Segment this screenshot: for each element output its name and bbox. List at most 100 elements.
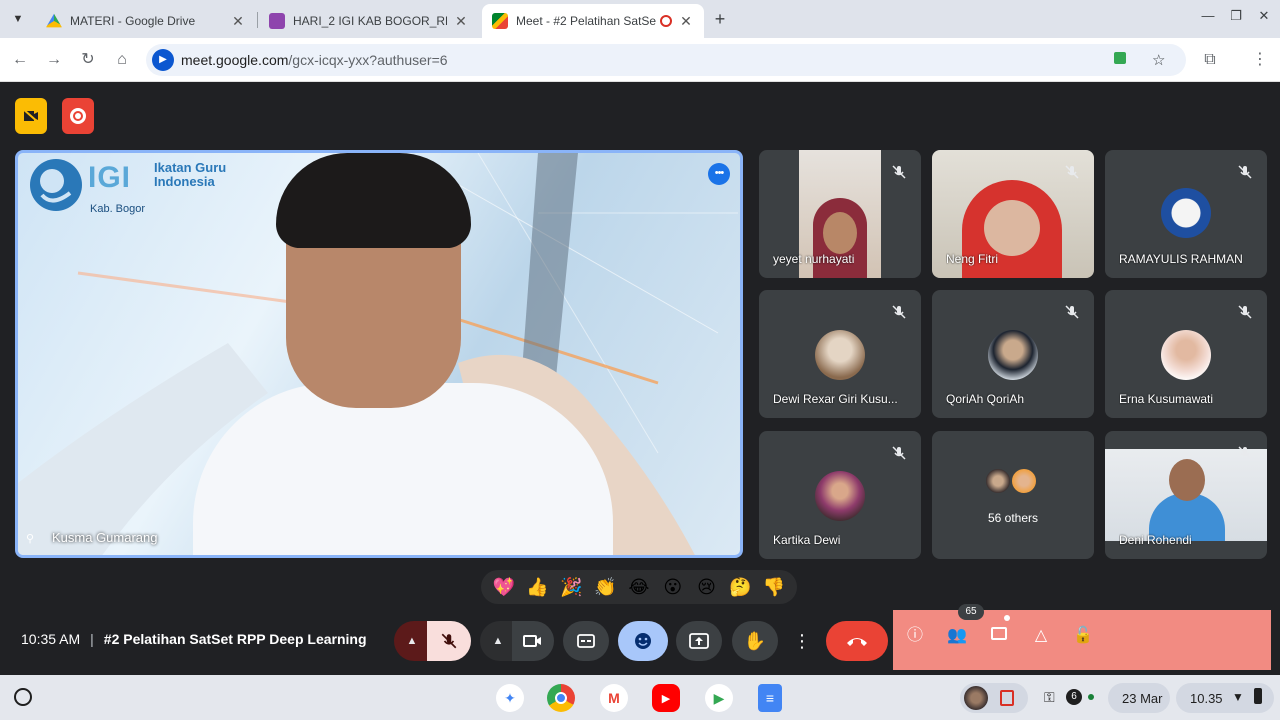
close-tab-icon[interactable]: ✕ xyxy=(678,13,694,30)
shelf-status-pill[interactable] xyxy=(960,683,1028,713)
close-tab-icon[interactable]: ✕ xyxy=(230,13,246,30)
closed-captions-icon xyxy=(577,634,595,648)
minimize-icon[interactable]: — xyxy=(1196,8,1220,23)
participant-tile-qoriah[interactable]: QoriAh QoriAh xyxy=(932,290,1094,418)
close-window-icon[interactable]: ✕ xyxy=(1252,8,1276,24)
host-controls-lock-icon[interactable]: 🔓 xyxy=(1071,624,1095,648)
participant-name: QoriAh QoriAh xyxy=(946,392,1025,406)
reaction-party[interactable]: 🎉 xyxy=(557,577,585,598)
participant-name: Dewi Rexar Giri Kusu... xyxy=(773,392,898,406)
mic-toggle-button[interactable] xyxy=(427,621,471,661)
video-options-chevron-icon[interactable]: ▲ xyxy=(480,621,516,661)
speaking-indicator-icon[interactable]: ••• xyxy=(708,163,730,185)
meeting-details-info-icon[interactable]: ⓘ xyxy=(903,624,927,648)
record-icon xyxy=(70,108,86,124)
reaction-heart[interactable]: 💖 xyxy=(490,577,518,598)
activities-shapes-icon[interactable]: △ xyxy=(1029,624,1053,648)
url-text: meet.google.com/gcx-icqx-yxx?authuser=6 xyxy=(181,52,448,68)
reaction-thumbs-up[interactable]: 👍 xyxy=(524,577,552,598)
tab-rpp-document[interactable]: HARI_2 IGI KAB BOGOR_RPP DE ✕ xyxy=(259,4,479,38)
participant-avatar xyxy=(984,467,1012,495)
present-screen-button[interactable] xyxy=(676,621,722,661)
date-text: 23 Mar xyxy=(1122,691,1163,706)
chrome-menu-icon[interactable]: ⋮ xyxy=(1250,50,1270,70)
screen: ▼ MATERI - Google Drive ✕ HARI_2 IGI KAB… xyxy=(0,0,1280,720)
camera-off-badge[interactable] xyxy=(15,98,47,134)
camera-toggle-button[interactable] xyxy=(512,621,554,661)
leave-call-button[interactable] xyxy=(826,621,888,661)
gemini-app-icon[interactable]: ✦ xyxy=(496,684,524,712)
wifi-icon: ▼ xyxy=(1232,690,1244,704)
audio-options-chevron-icon[interactable]: ▲ xyxy=(394,621,430,661)
people-icon[interactable]: 👥 xyxy=(945,624,969,648)
participant-name: Kartika Dewi xyxy=(773,533,841,547)
reaction-laugh[interactable]: 😂 xyxy=(625,577,653,598)
extension-badge-icon[interactable] xyxy=(1114,51,1126,68)
participant-tile-neng-fitri[interactable]: Neng Fitri xyxy=(932,150,1094,278)
docs-app-icon[interactable]: ≡ xyxy=(758,684,782,712)
reactions-button[interactable] xyxy=(618,621,668,661)
more-options-button[interactable]: ⋮ xyxy=(788,621,816,661)
home-icon[interactable]: ⌂ xyxy=(112,50,132,70)
reactions-bar: 💖 👍 🎉 👏 😂 😮 😢 🤔 👎 xyxy=(481,570,797,604)
tab-title: HARI_2 IGI KAB BOGOR_RPP DE xyxy=(293,14,447,28)
new-tab-button[interactable]: + xyxy=(710,9,730,29)
participant-tile-dewi-rexar[interactable]: Dewi Rexar Giri Kusu... xyxy=(759,290,921,418)
participant-avatar xyxy=(815,330,865,380)
participant-tile-yeyet[interactable]: yeyet nurhayati xyxy=(759,150,921,278)
youtube-app-icon[interactable]: ▶ xyxy=(652,684,680,712)
reload-icon[interactable]: ↻ xyxy=(78,50,98,70)
speaker-shirt xyxy=(193,383,613,555)
account-avatar xyxy=(964,686,988,710)
participant-tile-ramayulis[interactable]: RAMAYULIS RAHMAN xyxy=(1105,150,1267,278)
participant-avatar xyxy=(988,330,1038,380)
participant-tile-others[interactable]: 56 others xyxy=(932,431,1094,559)
status-dot xyxy=(1088,694,1094,700)
mic-off-icon xyxy=(1065,165,1079,179)
close-tab-icon[interactable]: ✕ xyxy=(453,13,469,30)
reaction-surprised[interactable]: 😮 xyxy=(659,577,687,598)
chat-unread-dot xyxy=(1004,615,1010,621)
participant-name: Deni Rohendi xyxy=(1119,533,1192,547)
extensions-puzzle-icon[interactable]: ⧉ xyxy=(1200,50,1220,70)
gmail-app-icon[interactable]: M xyxy=(600,684,628,712)
maximize-icon[interactable]: ❐ xyxy=(1224,8,1248,24)
address-bar[interactable]: ▶ meet.google.com/gcx-icqx-yxx?authuser=… xyxy=(146,44,1186,76)
chat-icon[interactable] xyxy=(987,624,1011,648)
battery-icon xyxy=(1254,688,1262,704)
site-info-camera-icon[interactable]: ▶ xyxy=(152,49,174,71)
main-speaker-tile[interactable]: IGI Ikatan Guru Indonesia Kab. Bogor •••… xyxy=(15,150,743,558)
play-store-app-icon[interactable]: ▶ xyxy=(705,684,733,712)
participant-tile-deni[interactable]: Deni Rohendi xyxy=(1105,431,1267,559)
present-screen-icon xyxy=(689,633,709,649)
raise-hand-button[interactable]: ✋ xyxy=(732,621,778,661)
tab-google-drive[interactable]: MATERI - Google Drive ✕ xyxy=(36,4,256,38)
participant-name: Erna Kusumawati xyxy=(1119,392,1214,406)
tab-meet[interactable]: Meet - #2 Pelatihan SatSet ✕ xyxy=(482,4,704,38)
recording-badge[interactable] xyxy=(62,98,94,134)
bookmark-star-icon[interactable]: ☆ xyxy=(1152,51,1165,69)
participant-tile-erna[interactable]: Erna Kusumawati xyxy=(1105,290,1267,418)
launcher-icon[interactable] xyxy=(14,688,32,706)
side-panel-controls: ⓘ 👥 △ 🔓 xyxy=(893,610,1271,670)
notification-count[interactable]: 6 xyxy=(1066,689,1082,705)
emoji-smile-icon xyxy=(635,633,651,649)
reaction-thinking[interactable]: 🤔 xyxy=(726,577,754,598)
more-vertical-icon: ⋮ xyxy=(793,630,811,651)
reaction-thumbs-down[interactable]: 👎 xyxy=(760,577,788,598)
igi-logo-text: IGI xyxy=(88,161,132,194)
igi-logo-icon xyxy=(26,155,86,215)
mic-off-icon xyxy=(892,446,906,460)
pin-icon: ⚲ xyxy=(26,533,35,545)
hang-up-phone-icon xyxy=(847,638,867,646)
captions-button[interactable] xyxy=(563,621,609,661)
forward-arrow-icon[interactable]: → xyxy=(44,50,64,70)
participant-tile-kartika[interactable]: Kartika Dewi xyxy=(759,431,921,559)
chrome-app-icon[interactable] xyxy=(547,684,575,712)
tab-search-chevron-icon[interactable]: ▼ xyxy=(8,9,28,29)
os-shelf: ✦ M ▶ ▶ ≡ ⚿ 6 23 Mar 10.35 ▼ xyxy=(0,675,1280,720)
browser-toolbar: ← → ↻ ⌂ ▶ meet.google.com/gcx-icqx-yxx?a… xyxy=(0,38,1280,82)
reaction-clap[interactable]: 👏 xyxy=(591,577,619,598)
reaction-sad[interactable]: 😢 xyxy=(692,577,720,598)
back-arrow-icon[interactable]: ← xyxy=(10,50,30,70)
